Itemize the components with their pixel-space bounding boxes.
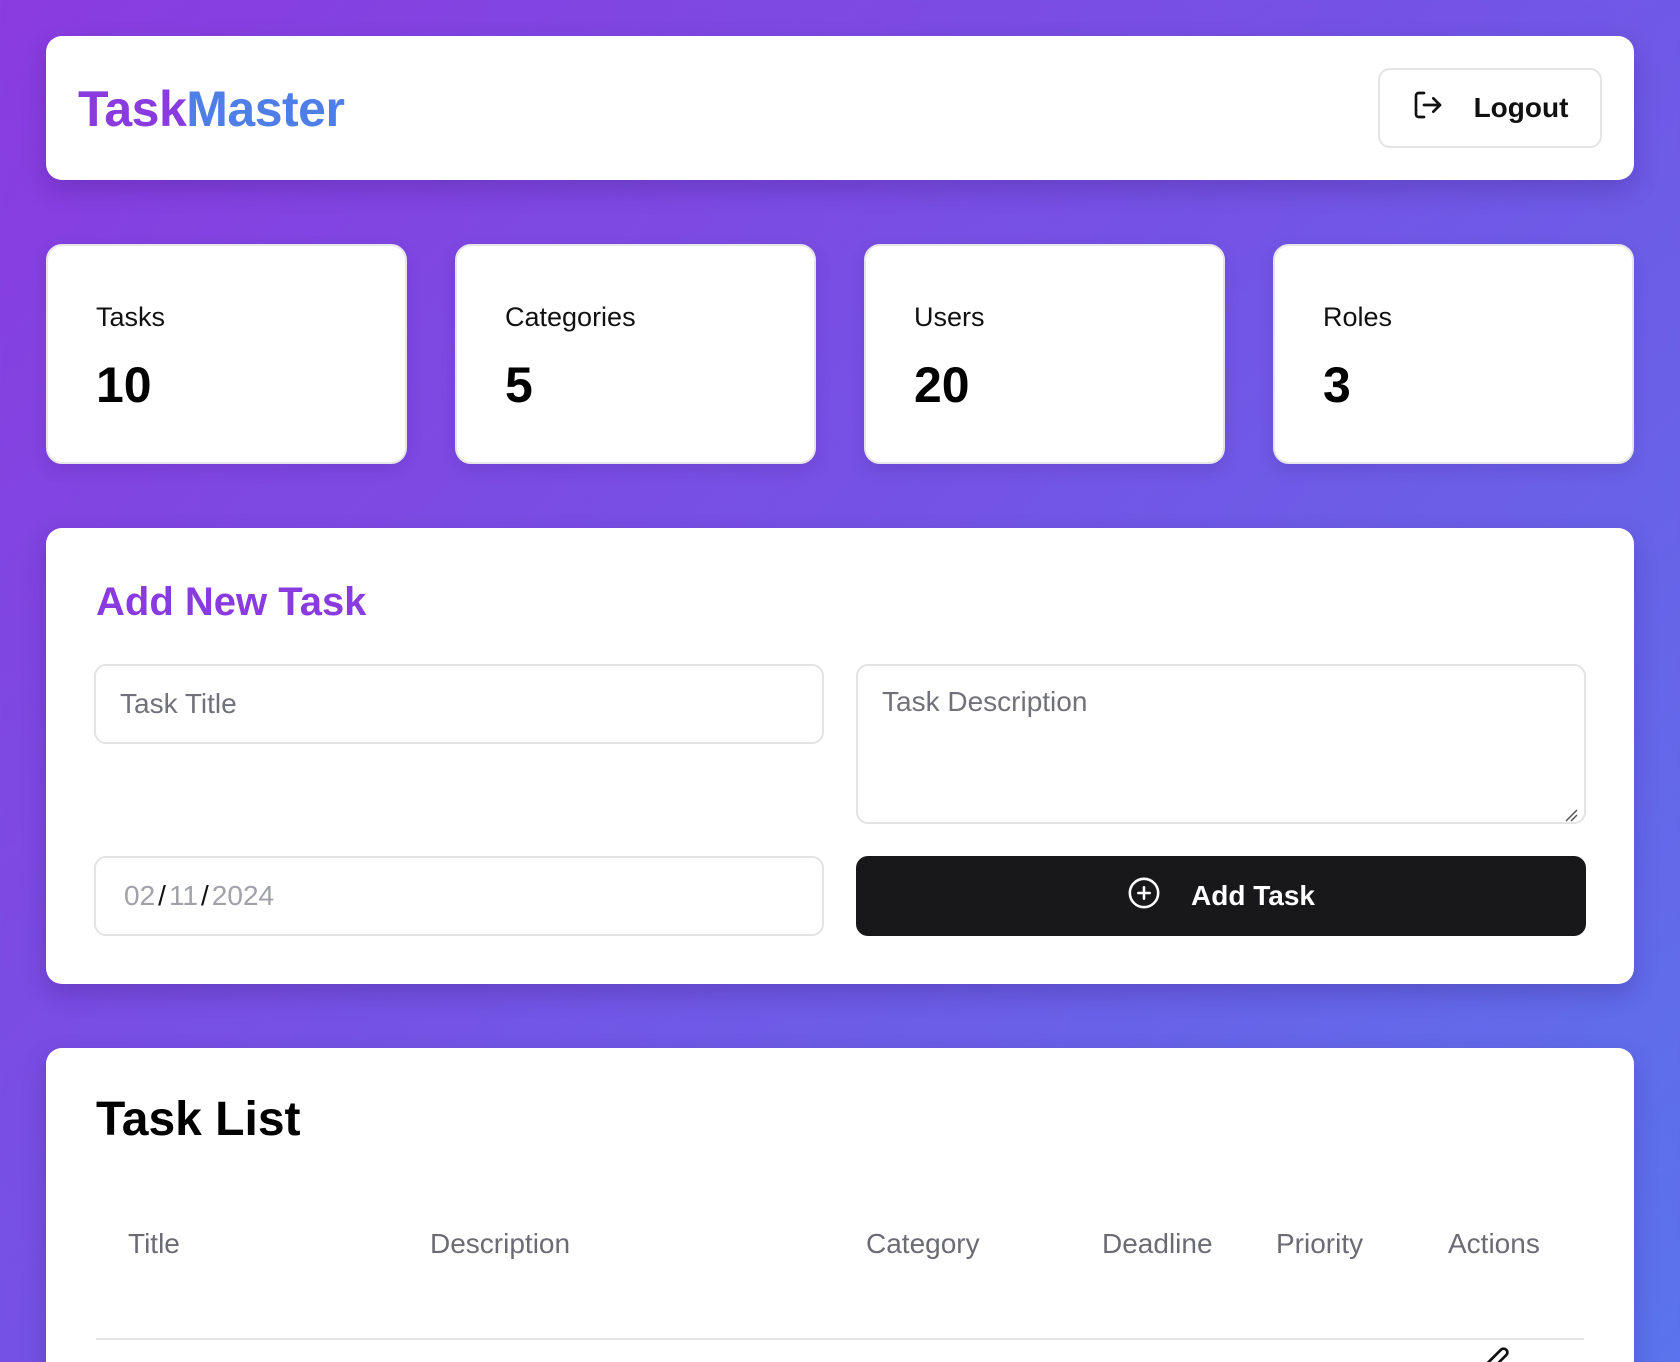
- logout-button[interactable]: Logout: [1378, 68, 1602, 148]
- brand-logo: TaskMaster: [78, 81, 345, 137]
- date-day[interactable]: 11: [169, 880, 198, 912]
- add-task-button-label: Add Task: [1191, 880, 1315, 911]
- plus-circle-icon: [1127, 876, 1161, 917]
- brand-part-master: Master: [186, 81, 345, 137]
- column-header-title: Title: [128, 1228, 180, 1259]
- stat-value: 10: [96, 357, 152, 413]
- deadline-date-input[interactable]: 02/11/2024: [94, 856, 824, 936]
- edit-icon[interactable]: [1478, 1346, 1510, 1362]
- stat-value: 3: [1323, 357, 1351, 413]
- stat-card-users: Users 20: [864, 244, 1225, 464]
- add-task-heading: Add New Task: [96, 580, 367, 624]
- logout-label: Logout: [1473, 92, 1569, 123]
- column-header-category: Category: [866, 1228, 980, 1259]
- task-description-input[interactable]: [856, 664, 1586, 824]
- column-header-actions: Actions: [1448, 1228, 1540, 1259]
- column-header-priority: Priority: [1276, 1228, 1364, 1259]
- brand-part-task: Task: [78, 81, 187, 137]
- stat-label: Categories: [505, 302, 636, 332]
- logout-icon: [1412, 89, 1444, 128]
- stat-card-categories: Categories 5: [455, 244, 816, 464]
- stat-value: 20: [914, 357, 970, 413]
- stat-label: Tasks: [96, 302, 166, 332]
- column-header-description: Description: [430, 1228, 571, 1259]
- date-separator: /: [158, 880, 166, 911]
- task-table-header: Title Description Category Deadline Prio…: [96, 1208, 1584, 1340]
- date-month[interactable]: 02: [124, 880, 155, 912]
- stat-label: Users: [914, 302, 985, 332]
- date-year[interactable]: 2024: [212, 880, 274, 912]
- stat-value: 5: [505, 357, 533, 413]
- resize-handle-icon[interactable]: [1564, 808, 1578, 822]
- stat-card-roles: Roles 3: [1273, 244, 1634, 464]
- task-title-input[interactable]: [94, 664, 824, 744]
- add-task-button[interactable]: Add Task: [856, 856, 1586, 936]
- column-header-deadline: Deadline: [1102, 1228, 1213, 1259]
- app-header: TaskMaster Logout: [46, 36, 1634, 180]
- stat-label: Roles: [1323, 302, 1393, 332]
- date-separator: /: [201, 880, 209, 911]
- task-list-heading: Task List: [96, 1093, 301, 1146]
- task-list-panel: Task List Title Description Category Dea…: [46, 1048, 1634, 1362]
- stat-card-tasks: Tasks 10: [46, 244, 407, 464]
- add-task-panel: Add New Task 02/11/2024 Add Task: [46, 528, 1634, 984]
